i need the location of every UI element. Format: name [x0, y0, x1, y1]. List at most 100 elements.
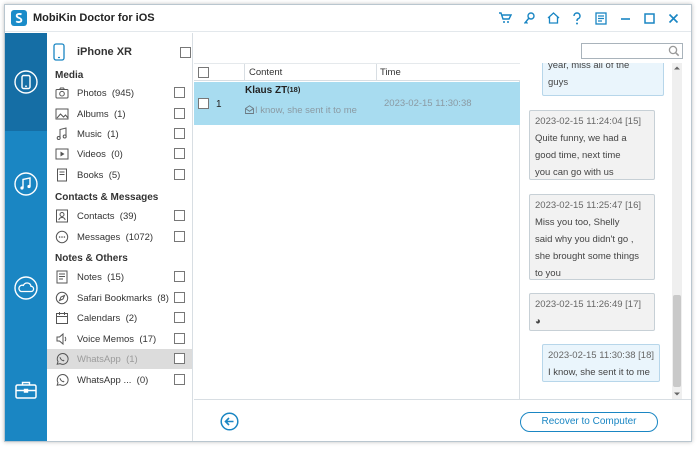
calendars-checkbox[interactable]	[174, 312, 185, 323]
notes-icon	[56, 270, 68, 284]
message-line: she brought some things	[535, 251, 640, 262]
chat-message-left: 2023-02-15 11:25:47 [16] Miss you too, S…	[529, 194, 655, 280]
phone-recover-icon	[14, 70, 38, 94]
whatsapp-icon	[56, 353, 69, 365]
item-count: (1)	[126, 354, 138, 365]
whatsapp-checkbox[interactable]	[174, 353, 185, 364]
search-icon[interactable]	[668, 45, 680, 57]
item-count: (1)	[113, 109, 126, 120]
section-title-media: Media	[55, 70, 84, 81]
message-line: guys	[548, 77, 569, 88]
sidebar-item-contacts[interactable]: Contacts (39)	[47, 206, 192, 226]
home-icon[interactable]	[541, 9, 565, 27]
sidebar-item-videos[interactable]: Videos (0)	[47, 144, 192, 164]
item-name: Albums	[77, 109, 109, 120]
feedback-icon[interactable]	[589, 9, 613, 27]
device-name: iPhone XR	[77, 46, 133, 58]
messages-checkbox[interactable]	[174, 231, 185, 242]
message-meta: 2023-02-15 11:30:38 [18]	[548, 350, 654, 361]
key-icon[interactable]	[517, 9, 541, 27]
chat-message-right: year, miss all of the guys	[542, 63, 664, 96]
camera-icon	[55, 87, 69, 99]
chat-scrollbar[interactable]	[672, 63, 682, 399]
contacts-checkbox[interactable]	[174, 210, 185, 221]
section-title-notes-others: Notes & Others	[55, 253, 128, 264]
video-icon	[55, 148, 69, 160]
mode-rail	[5, 33, 47, 441]
sidebar-item-voice-memos[interactable]: Voice Memos (17)	[47, 329, 192, 349]
recover-from-itunes-tab[interactable]	[5, 135, 47, 233]
sidebar-item-whatsapp-attachments[interactable]: WhatsApp ... (0)	[47, 370, 192, 390]
column-header-time[interactable]: Time	[380, 67, 401, 78]
sidebar-item-label: Videos (0)	[77, 149, 123, 160]
maximize-icon[interactable]	[637, 9, 661, 27]
item-name: Books	[77, 170, 104, 181]
message-line: Quite funny, we had a	[535, 133, 627, 144]
photos-checkbox[interactable]	[174, 87, 185, 98]
device-header[interactable]: iPhone XR	[53, 43, 191, 61]
sidebar-item-label: Photos (945)	[77, 88, 134, 99]
item-name: Voice Memos	[77, 334, 135, 345]
item-name: Notes	[77, 272, 102, 283]
search-box[interactable]	[581, 43, 683, 59]
item-count: (2)	[125, 313, 138, 324]
contacts-icon	[56, 209, 68, 223]
select-all-checkbox[interactable]	[198, 67, 209, 78]
scrollbar-thumb[interactable]	[673, 295, 681, 387]
app-logo-icon	[11, 10, 27, 26]
scroll-up-arrow-icon[interactable]	[672, 63, 682, 73]
recover-from-icloud-tab[interactable]	[5, 239, 47, 337]
message-meta: 2023-02-15 11:26:49 [17]	[535, 299, 641, 310]
sidebar-item-notes[interactable]: Notes (15)	[47, 267, 192, 287]
sidebar-item-messages[interactable]: Messages (1072)	[47, 227, 192, 247]
albums-checkbox[interactable]	[174, 108, 185, 119]
message-meta: 2023-02-15 11:24:04 [15]	[535, 116, 641, 127]
sidebar-item-safari-bookmarks[interactable]: Safari Bookmarks (8)	[47, 288, 192, 308]
chat-message-left: 2023-02-15 11:24:04 [15] Quite funny, we…	[529, 110, 655, 180]
recover-from-device-tab[interactable]	[5, 33, 47, 131]
cart-icon[interactable]	[493, 9, 517, 27]
item-name: Photos	[77, 88, 107, 99]
sidebar-item-label: Albums (1)	[77, 109, 126, 120]
item-count: (8)	[157, 293, 169, 304]
music-icon	[56, 127, 67, 140]
message-line: to you	[535, 268, 561, 279]
toolbox-tab[interactable]	[5, 341, 47, 439]
close-icon[interactable]	[661, 9, 685, 27]
item-count: (15)	[107, 272, 125, 283]
safari-bookmarks-checkbox[interactable]	[174, 292, 185, 303]
whatsapp-attachments-checkbox[interactable]	[174, 374, 185, 385]
scroll-down-arrow-icon[interactable]	[672, 389, 682, 399]
sidebar-item-albums[interactable]: Albums (1)	[47, 104, 192, 124]
recover-to-computer-button[interactable]: Recover to Computer	[520, 412, 658, 432]
sidebar-item-label: Notes (15)	[77, 272, 124, 283]
books-checkbox[interactable]	[174, 169, 185, 180]
itunes-recover-icon	[14, 172, 38, 196]
sidebar-item-whatsapp[interactable]: WhatsApp (1)	[47, 349, 192, 369]
column-header-content[interactable]: Content	[249, 67, 282, 78]
notes-checkbox[interactable]	[174, 271, 185, 282]
sidebar-item-label: WhatsApp (1)	[77, 354, 138, 365]
table-row[interactable]: 1 Klaus ZT (18) I know, she sent it to m…	[194, 82, 520, 125]
row-index: 1	[216, 99, 222, 110]
sidebar-item-label: Books (5)	[77, 170, 120, 181]
item-count: (39)	[119, 211, 137, 222]
back-arrow-icon[interactable]	[220, 412, 239, 431]
sidebar-item-label: Calendars (2)	[77, 313, 137, 324]
sidebar-item-photos[interactable]: Photos (945)	[47, 83, 192, 103]
videos-checkbox[interactable]	[174, 148, 185, 159]
app-window: MobiKin Doctor for iOS iPhone XR Media P…	[4, 4, 692, 442]
voice-memos-checkbox[interactable]	[174, 333, 185, 344]
sidebar-item-music[interactable]: Music (1)	[47, 124, 192, 144]
row-checkbox[interactable]	[198, 98, 209, 109]
device-select-all-checkbox[interactable]	[180, 47, 191, 58]
sidebar-item-calendars[interactable]: Calendars (2)	[47, 308, 192, 328]
safari-icon	[55, 291, 69, 305]
column-divider	[244, 64, 245, 81]
sidebar-item-books[interactable]: Books (5)	[47, 165, 192, 185]
category-sidebar: iPhone XR Media Photos (945) Albums (1) …	[47, 33, 193, 441]
toolbox-icon	[15, 381, 37, 399]
minimize-icon[interactable]	[613, 9, 637, 27]
music-checkbox[interactable]	[174, 128, 185, 139]
help-icon[interactable]	[565, 9, 589, 27]
